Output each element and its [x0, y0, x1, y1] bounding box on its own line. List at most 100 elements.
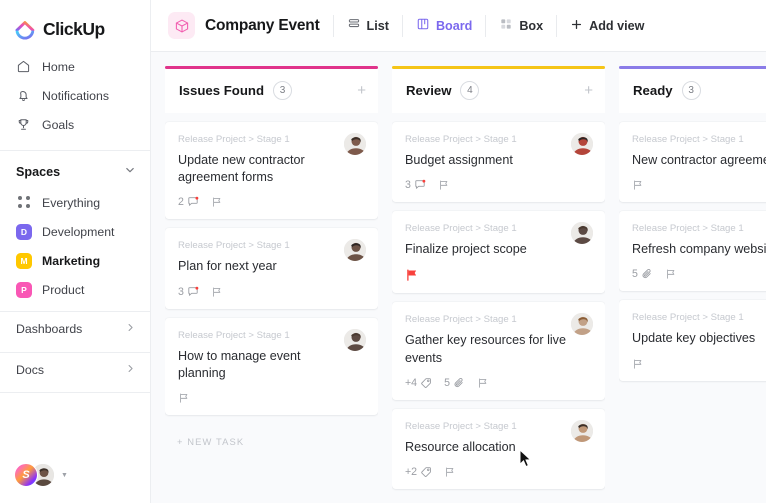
task-meta-comment[interactable]: [665, 268, 677, 280]
task-card[interactable]: Release Project > Stage 1 Update key obje…: [619, 300, 766, 381]
task-meta-subtask[interactable]: 3: [405, 179, 426, 191]
tab-label: Box: [519, 18, 544, 33]
task-card[interactable]: Release Project > Stage 1 Budget assignme…: [392, 121, 605, 202]
task-title: Gather key resources for live events: [405, 333, 566, 365]
tag-icon: [420, 377, 432, 389]
space-badge-icon: P: [16, 281, 32, 298]
task-breadcrumb: Release Project > Stage 1: [405, 421, 517, 432]
assignee-avatar[interactable]: [570, 419, 594, 443]
board-icon: [416, 17, 430, 34]
sidebar-item-product[interactable]: P Product: [0, 275, 150, 304]
top-bar: Company Event List Board Box Add view: [151, 0, 766, 52]
assignee-avatar[interactable]: [570, 220, 594, 245]
task-meta-subtask[interactable]: 2: [178, 196, 199, 208]
tab-board[interactable]: Board: [416, 17, 472, 34]
task-meta-tag[interactable]: +4: [405, 377, 432, 389]
task-breadcrumb: Release Project > Stage 1: [632, 222, 744, 234]
task-meta-comment[interactable]: [632, 358, 644, 370]
sidebar-item-dashboards[interactable]: Dashboards: [0, 312, 150, 345]
task-card[interactable]: Release Project > Stage 1 Gather key reso…: [392, 302, 605, 400]
task-meta-attachment[interactable]: 5: [632, 268, 653, 280]
task-meta-attachment[interactable]: 5: [444, 377, 465, 389]
clickup-app: ClickUp Home Notifications Goals Spaces …: [0, 0, 766, 503]
paperclip-icon: [453, 377, 465, 389]
sidebar-item-label: Dashboards: [16, 321, 83, 336]
comment-flag-icon: [178, 392, 190, 404]
task-meta-priority-flag[interactable]: [405, 268, 419, 282]
paperclip-icon: [641, 268, 653, 280]
assignee-avatar[interactable]: [343, 131, 367, 156]
assignee-avatar[interactable]: [343, 327, 367, 352]
comment-flag-icon: [211, 286, 223, 298]
sidebar-item-notifications[interactable]: Notifications: [0, 81, 150, 110]
task-breadcrumb: Release Project > Stage 1: [632, 133, 744, 145]
sidebar-item-development[interactable]: D Development: [0, 217, 150, 246]
sidebar-item-everything[interactable]: Everything: [0, 188, 150, 217]
task-meta-comment[interactable]: [477, 377, 489, 389]
box-cube-icon: [168, 12, 195, 39]
space-label: Development: [42, 224, 115, 239]
column-count-badge: 4: [460, 81, 480, 100]
tab-list[interactable]: List: [347, 17, 389, 34]
task-meta-row: 2: [178, 196, 365, 208]
task-meta-comment[interactable]: [211, 196, 223, 208]
list-icon: [347, 17, 361, 34]
comment-flag-icon: [632, 179, 644, 191]
avatar-stack[interactable]: S ▼: [14, 463, 68, 487]
task-meta-comment[interactable]: [632, 179, 644, 191]
task-meta-row: [405, 268, 592, 282]
task-card[interactable]: Release Project > Stage 1 Update new cont…: [165, 121, 378, 220]
spaces-title: Spaces: [16, 165, 61, 179]
caret-down-icon[interactable]: ▼: [61, 472, 68, 479]
sidebar-item-docs[interactable]: Docs: [0, 353, 150, 386]
task-title: Refresh company website: [632, 241, 766, 256]
task-meta-comment[interactable]: [444, 466, 456, 478]
add-card-button[interactable]: +: [357, 83, 366, 98]
task-breadcrumb: Release Project > Stage 1: [632, 312, 744, 324]
task-meta-comment[interactable]: [211, 286, 223, 298]
task-meta-value: 3: [405, 178, 411, 191]
sidebar-footer: S ▼: [0, 463, 150, 503]
task-meta-row: +4 5: [405, 377, 592, 389]
assignee-avatar[interactable]: [570, 131, 594, 156]
page-title: Company Event: [205, 16, 320, 34]
task-meta-row: +2: [405, 466, 592, 478]
task-card[interactable]: Release Project > Stage 1 Finalize projec…: [392, 210, 605, 294]
task-meta-subtask[interactable]: 3: [178, 286, 199, 298]
add-card-button[interactable]: +: [584, 83, 593, 98]
brand-logo-area[interactable]: ClickUp: [0, 0, 150, 44]
sidebar-item-home[interactable]: Home: [0, 52, 150, 81]
column-title: Issues Found: [179, 83, 264, 98]
spaces-section-header[interactable]: Spaces: [0, 151, 150, 188]
column-count-badge: 3: [681, 81, 701, 100]
task-card[interactable]: Release Project > Stage 1 Refresh company…: [619, 210, 766, 292]
column-header: Issues Found 3 +: [165, 68, 378, 113]
sidebar-item-marketing[interactable]: M Marketing: [0, 246, 150, 275]
task-title: Finalize project scope: [405, 241, 527, 256]
board-columns: Issues Found 3 + Release Project > Stage 1…: [151, 52, 766, 503]
task-card[interactable]: Release Project > Stage 1 How to manage e…: [165, 317, 378, 416]
chevron-down-icon[interactable]: [124, 163, 136, 181]
task-meta-value: 5: [632, 268, 638, 281]
divider: [0, 392, 150, 393]
task-card[interactable]: Release Project > Stage 1 New contractor …: [619, 121, 766, 202]
task-title: Budget assignment: [405, 152, 513, 167]
space-badge-icon: D: [16, 223, 32, 240]
task-card[interactable]: Release Project > Stage 1 Resource alloca…: [392, 409, 605, 490]
task-meta-tag[interactable]: +2: [405, 466, 432, 478]
new-task-button[interactable]: + NEW TASK: [165, 424, 378, 447]
sidebar-item-goals[interactable]: Goals: [0, 110, 150, 139]
workspace-avatar[interactable]: S: [14, 463, 38, 487]
tab-label: Board: [435, 18, 473, 33]
task-meta-comment[interactable]: [438, 179, 450, 191]
column-card-list: Release Project > Stage 1 Budget assignme…: [392, 113, 605, 503]
task-meta-comment[interactable]: [178, 392, 190, 404]
plus-icon: [570, 18, 583, 34]
tab-box[interactable]: Box: [499, 17, 543, 34]
sidebar-item-label: Docs: [16, 362, 45, 377]
add-view-button[interactable]: Add view: [570, 18, 644, 34]
task-card[interactable]: Release Project > Stage 1 Plan for next y…: [165, 228, 378, 309]
comment-flag-icon: [632, 358, 644, 370]
task-breadcrumb: Release Project > Stage 1: [178, 329, 290, 341]
space-badge-icon: M: [16, 252, 32, 269]
